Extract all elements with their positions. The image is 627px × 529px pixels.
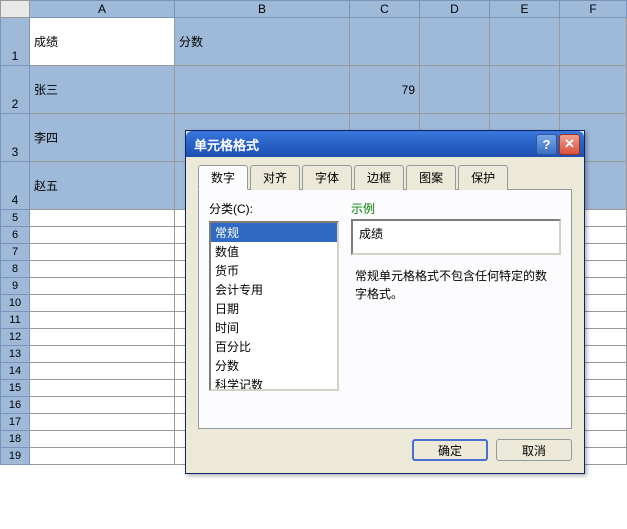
row-header[interactable]: 12 bbox=[0, 329, 30, 346]
cell[interactable] bbox=[490, 18, 560, 66]
column-header-C[interactable]: C bbox=[350, 0, 420, 18]
row-header[interactable]: 9 bbox=[0, 278, 30, 295]
cell[interactable] bbox=[30, 261, 175, 278]
cell[interactable] bbox=[420, 66, 490, 114]
cell[interactable] bbox=[30, 278, 175, 295]
cell[interactable] bbox=[350, 18, 420, 66]
category-item[interactable]: 常规 bbox=[211, 223, 337, 242]
select-all-corner[interactable] bbox=[0, 0, 30, 18]
cell[interactable]: 成绩 bbox=[30, 18, 175, 66]
format-cells-dialog: 单元格格式 ? ✕ 数字对齐字体边框图案保护 分类(C): 常规数值货币会计专用… bbox=[185, 130, 585, 474]
cell[interactable]: 张三 bbox=[30, 66, 175, 114]
row-header[interactable]: 10 bbox=[0, 295, 30, 312]
cell[interactable] bbox=[560, 66, 627, 114]
cell[interactable] bbox=[420, 18, 490, 66]
row-header[interactable]: 14 bbox=[0, 363, 30, 380]
tab-图案[interactable]: 图案 bbox=[406, 165, 456, 190]
cell[interactable] bbox=[175, 66, 350, 114]
cell[interactable] bbox=[30, 431, 175, 448]
cell[interactable]: 79 bbox=[350, 66, 420, 114]
row-header[interactable]: 13 bbox=[0, 346, 30, 363]
row-header[interactable]: 5 bbox=[0, 210, 30, 227]
column-header-D[interactable]: D bbox=[420, 0, 490, 18]
row-header[interactable]: 1 bbox=[0, 18, 30, 66]
column-header-F[interactable]: F bbox=[560, 0, 627, 18]
tab-保护[interactable]: 保护 bbox=[458, 165, 508, 190]
category-item[interactable]: 货币 bbox=[211, 261, 337, 280]
dialog-titlebar[interactable]: 单元格格式 ? ✕ bbox=[186, 131, 584, 157]
category-item[interactable]: 分数 bbox=[211, 356, 337, 375]
category-item[interactable]: 日期 bbox=[211, 299, 337, 318]
row-header[interactable]: 11 bbox=[0, 312, 30, 329]
tab-strip: 数字对齐字体边框图案保护 bbox=[198, 165, 572, 190]
preview-value: 成绩 bbox=[359, 227, 383, 241]
category-label: 分类(C): bbox=[209, 200, 339, 217]
row-header[interactable]: 3 bbox=[0, 114, 30, 162]
cell[interactable] bbox=[30, 312, 175, 329]
tab-panel-number: 分类(C): 常规数值货币会计专用日期时间百分比分数科学记数文本特殊自定义 示例… bbox=[198, 189, 572, 429]
row-header[interactable]: 8 bbox=[0, 261, 30, 278]
cell[interactable] bbox=[30, 397, 175, 414]
category-item[interactable]: 百分比 bbox=[211, 337, 337, 356]
row-header[interactable]: 19 bbox=[0, 448, 30, 465]
category-item[interactable]: 时间 bbox=[211, 318, 337, 337]
row-header[interactable]: 6 bbox=[0, 227, 30, 244]
tab-边框[interactable]: 边框 bbox=[354, 165, 404, 190]
category-item[interactable]: 会计专用 bbox=[211, 280, 337, 299]
row-header[interactable]: 15 bbox=[0, 380, 30, 397]
preview-label: 示例 bbox=[351, 200, 561, 217]
cell[interactable] bbox=[30, 295, 175, 312]
category-item[interactable]: 数值 bbox=[211, 242, 337, 261]
tab-字体[interactable]: 字体 bbox=[302, 165, 352, 190]
cell[interactable]: 分数 bbox=[175, 18, 350, 66]
cell[interactable] bbox=[30, 414, 175, 431]
cell[interactable] bbox=[30, 363, 175, 380]
row-header[interactable]: 4 bbox=[0, 162, 30, 210]
column-header-B[interactable]: B bbox=[175, 0, 350, 18]
row-header[interactable]: 16 bbox=[0, 397, 30, 414]
cell[interactable] bbox=[30, 210, 175, 227]
format-description: 常规单元格格式不包含任何特定的数字格式。 bbox=[351, 267, 561, 303]
column-header-A[interactable]: A bbox=[30, 0, 175, 18]
cell[interactable] bbox=[30, 227, 175, 244]
help-button[interactable]: ? bbox=[536, 134, 557, 155]
row-header[interactable]: 17 bbox=[0, 414, 30, 431]
column-header-E[interactable]: E bbox=[490, 0, 560, 18]
preview-box: 成绩 bbox=[351, 219, 561, 255]
cell[interactable]: 赵五 bbox=[30, 162, 175, 210]
cell[interactable] bbox=[30, 346, 175, 363]
row-header[interactable]: 18 bbox=[0, 431, 30, 448]
close-button[interactable]: ✕ bbox=[559, 134, 580, 155]
ok-button[interactable]: 确定 bbox=[412, 439, 488, 461]
tab-对齐[interactable]: 对齐 bbox=[250, 165, 300, 190]
cell[interactable] bbox=[490, 66, 560, 114]
cell[interactable] bbox=[30, 380, 175, 397]
cell[interactable]: 李四 bbox=[30, 114, 175, 162]
cell[interactable] bbox=[30, 448, 175, 465]
cell[interactable] bbox=[30, 329, 175, 346]
cell[interactable] bbox=[30, 244, 175, 261]
category-listbox[interactable]: 常规数值货币会计专用日期时间百分比分数科学记数文本特殊自定义 bbox=[209, 221, 339, 391]
dialog-title: 单元格格式 bbox=[190, 135, 534, 154]
row-header[interactable]: 7 bbox=[0, 244, 30, 261]
cancel-button[interactable]: 取消 bbox=[496, 439, 572, 461]
cell[interactable] bbox=[560, 18, 627, 66]
category-item[interactable]: 科学记数 bbox=[211, 375, 337, 391]
row-header[interactable]: 2 bbox=[0, 66, 30, 114]
tab-数字[interactable]: 数字 bbox=[198, 165, 248, 190]
